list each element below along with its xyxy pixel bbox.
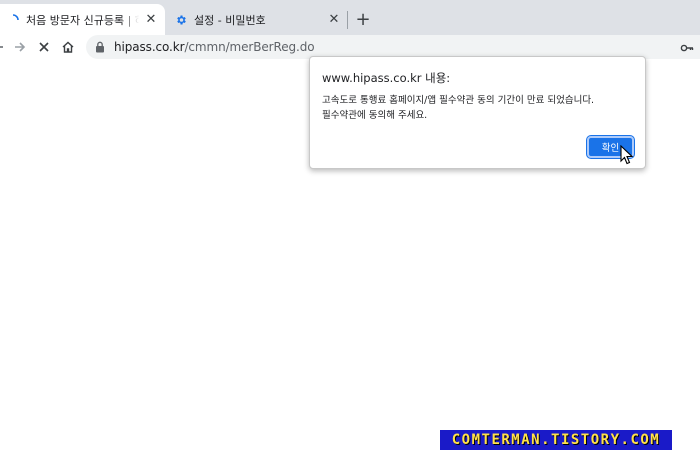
loading-spinner-icon <box>6 13 20 27</box>
gear-icon <box>174 13 188 27</box>
alert-dialog: www.hipass.co.kr 내용: 고속도로 통행료 홈페이지/앱 필수약… <box>309 56 646 169</box>
stop-loading-icon[interactable] <box>32 36 56 58</box>
dialog-message-line: 필수약관에 동의해 주세요. <box>322 110 428 121</box>
new-tab-button[interactable]: + <box>352 8 374 30</box>
url-text: hipass.co.kr/cmmn/merBerReg.do <box>114 40 315 54</box>
tab-settings-password[interactable]: 설정 - 비밀번호 ✕ <box>168 4 348 35</box>
tab-divider <box>347 11 348 29</box>
tab-title: 설정 - 비밀번호 <box>194 13 266 27</box>
lock-icon[interactable] <box>94 41 106 53</box>
url-path: /cmmn/merBerReg.do <box>184 40 315 54</box>
close-tab-icon[interactable]: ✕ <box>143 12 159 28</box>
close-tab-icon[interactable]: ✕ <box>326 12 342 28</box>
forward-arrow-icon[interactable] <box>8 36 32 58</box>
tab-title: 처음 방문자 신규등록 | 하이패스 <box>26 13 139 27</box>
tab-strip: 처음 방문자 신규등록 | 하이패스 ✕ 설정 - 비밀번호 ✕ + <box>0 0 700 35</box>
dialog-message: 고속도로 통행료 홈페이지/앱 필수약관 동의 기간이 만료 되었습니다. 필수… <box>322 93 632 123</box>
home-icon[interactable] <box>56 36 80 58</box>
key-icon[interactable] <box>680 40 694 54</box>
dialog-origin: www.hipass.co.kr 내용: <box>322 71 451 85</box>
watermark: COMTERMAN.TISTORY.COM <box>440 430 672 450</box>
url-domain: hipass.co.kr <box>114 40 185 54</box>
dialog-message-line: 고속도로 통행료 홈페이지/앱 필수약관 동의 기간이 만료 되었습니다. <box>322 95 595 106</box>
cursor-pointer-icon <box>620 144 634 165</box>
tab-hipass-register[interactable]: 처음 방문자 신규등록 | 하이패스 ✕ <box>0 4 165 35</box>
